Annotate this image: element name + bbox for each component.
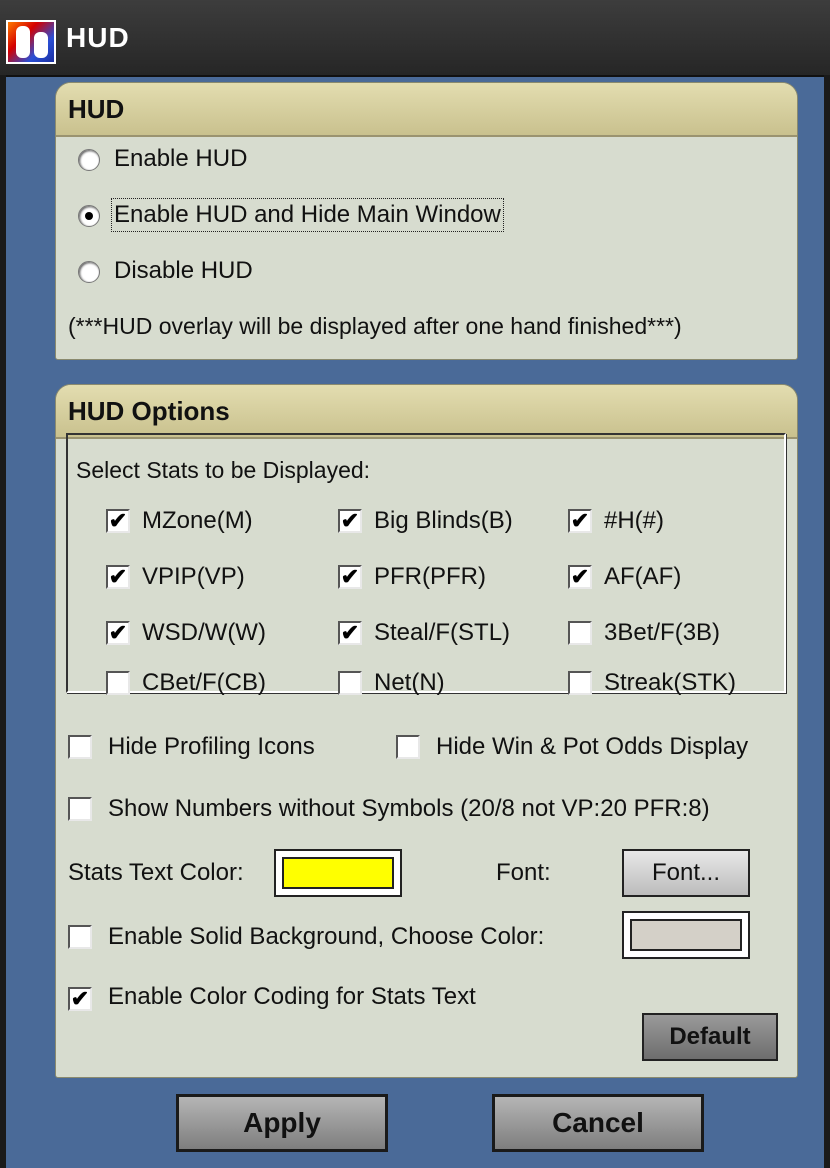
font-button[interactable]: Font... <box>622 849 750 897</box>
radio-enable-hud-label[interactable]: Enable HUD <box>114 145 247 173</box>
show-numbers-label[interactable]: Show Numbers without Symbols (20/8 not V… <box>108 795 710 823</box>
hud-note: (***HUD overlay will be displayed after … <box>68 313 682 339</box>
hud-group-header: HUD <box>56 83 797 137</box>
stat-checkbox-big-blinds[interactable]: ✔ <box>338 509 362 533</box>
radio-disable-hud[interactable] <box>78 261 100 283</box>
stats-label: Select Stats to be Displayed: <box>76 457 371 483</box>
stat-checkbox-hands[interactable]: ✔ <box>568 509 592 533</box>
radio-enable-hud-hide-main-label[interactable]: Enable HUD and Hide Main Window <box>111 198 504 232</box>
stat-label-big-blinds[interactable]: Big Blinds(B) <box>374 507 513 535</box>
hud-group: HUD Enable HUD Enable HUD and Hide Main … <box>55 82 798 360</box>
stat-label-streak[interactable]: Streak(STK) <box>604 669 736 697</box>
stat-label-af[interactable]: AF(AF) <box>604 563 681 591</box>
stat-label-3bet[interactable]: 3Bet/F(3B) <box>604 619 720 647</box>
stat-checkbox-3bet[interactable] <box>568 621 592 645</box>
stats-text-color-button[interactable] <box>274 849 402 897</box>
title-bar[interactable]: HUD <box>0 0 830 77</box>
radio-enable-hud-hide-main[interactable] <box>78 205 100 227</box>
radio-enable-hud[interactable] <box>78 149 100 171</box>
stat-checkbox-streak[interactable] <box>568 671 592 695</box>
stats-text-color-swatch <box>282 857 394 889</box>
stat-label-pfr[interactable]: PFR(PFR) <box>374 563 486 591</box>
stat-checkbox-pfr[interactable]: ✔ <box>338 565 362 589</box>
stat-checkbox-mzone[interactable]: ✔ <box>106 509 130 533</box>
stats-text-color-label: Stats Text Color: <box>68 859 244 886</box>
show-numbers-checkbox[interactable] <box>68 797 92 821</box>
color-coding-checkbox[interactable]: ✔ <box>68 987 92 1011</box>
stats-selection-box: Select Stats to be Displayed: ✔ MZone(M)… <box>66 433 786 696</box>
stat-label-cbet[interactable]: CBet/F(CB) <box>142 669 266 697</box>
solid-background-color-swatch <box>630 919 742 951</box>
default-button[interactable]: Default <box>642 1013 778 1061</box>
window-frame-right <box>824 75 830 1168</box>
window-title: HUD <box>66 22 130 53</box>
stat-label-wsd[interactable]: WSD/W(W) <box>142 619 266 647</box>
stat-checkbox-cbet[interactable] <box>106 671 130 695</box>
color-coding-label[interactable]: Enable Color Coding for Stats Text <box>108 983 476 1011</box>
solid-background-checkbox[interactable] <box>68 925 92 949</box>
window-frame-left <box>0 75 6 1168</box>
hide-profiling-icons-checkbox[interactable] <box>68 735 92 759</box>
hide-win-pot-odds-checkbox[interactable] <box>396 735 420 759</box>
hide-profiling-icons-label[interactable]: Hide Profiling Icons <box>108 733 315 761</box>
stat-checkbox-net[interactable] <box>338 671 362 695</box>
stat-checkbox-vpip[interactable]: ✔ <box>106 565 130 589</box>
cancel-button[interactable]: Cancel <box>492 1094 704 1152</box>
stat-checkbox-af[interactable]: ✔ <box>568 565 592 589</box>
radio-disable-hud-label[interactable]: Disable HUD <box>114 257 253 285</box>
app-icon <box>6 20 56 64</box>
hide-win-pot-odds-label[interactable]: Hide Win & Pot Odds Display <box>436 733 748 761</box>
hud-options-header: HUD Options <box>56 385 797 439</box>
stat-label-net[interactable]: Net(N) <box>374 669 445 697</box>
font-label: Font: <box>496 859 551 886</box>
stat-checkbox-steal[interactable]: ✔ <box>338 621 362 645</box>
hud-options-group: HUD Options Select Stats to be Displayed… <box>55 384 798 1078</box>
stat-label-vpip[interactable]: VPIP(VP) <box>142 563 245 591</box>
stat-label-mzone[interactable]: MZone(M) <box>142 507 253 535</box>
solid-background-color-button[interactable] <box>622 911 750 959</box>
stat-label-hands[interactable]: #H(#) <box>604 507 664 535</box>
apply-button[interactable]: Apply <box>176 1094 388 1152</box>
stat-label-steal[interactable]: Steal/F(STL) <box>374 619 510 647</box>
solid-background-label[interactable]: Enable Solid Background, Choose Color: <box>108 923 544 951</box>
stat-checkbox-wsd[interactable]: ✔ <box>106 621 130 645</box>
